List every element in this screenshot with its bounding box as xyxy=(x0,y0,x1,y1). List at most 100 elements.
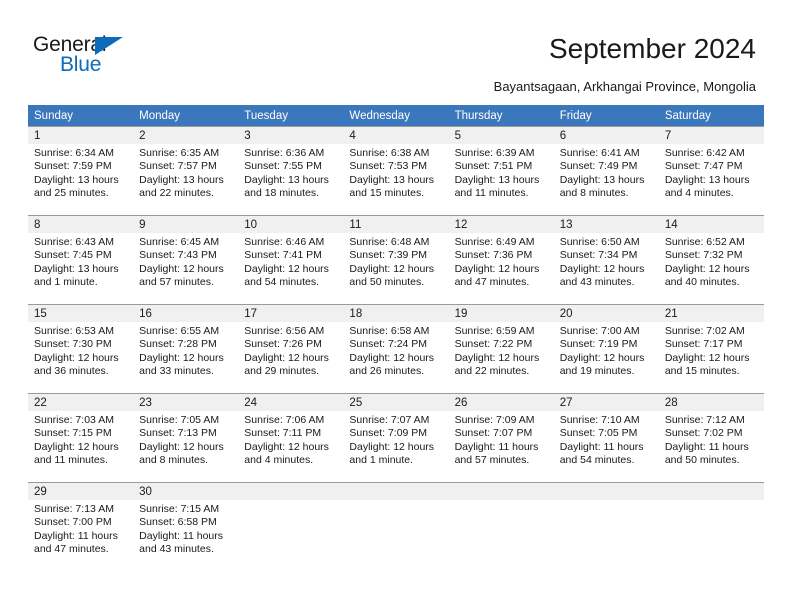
day-number: 7 xyxy=(658,127,764,144)
day-number: 26 xyxy=(448,394,554,411)
day-number: 10 xyxy=(238,216,344,233)
day-cell-content: 10 Sunrise: 6:46 AM Sunset: 7:41 PM Dayligh… xyxy=(238,215,344,304)
sunrise-text: Sunrise: 7:00 AM xyxy=(559,325,640,337)
calendar-day-cell[interactable]: 12 Sunrise: 6:49 AM Sunset: 7:36 PM Dayligh… xyxy=(448,215,554,304)
sunset-text: Sunset: 7:22 PM xyxy=(454,338,533,351)
calendar-day-cell[interactable]: 8 Sunrise: 6:43 AM Sunset: 7:45 PM Daylight… xyxy=(28,215,134,304)
day-details: Sunrise: 6:34 AM Sunset: 7:59 PM Daylight:… xyxy=(28,144,133,201)
calendar-week-row: 22 Sunrise: 7:03 AM Sunset: 7:15 PM Dayligh… xyxy=(28,393,764,482)
sunrise-text: Sunrise: 6:58 AM xyxy=(349,325,430,337)
sunrise-text: Sunrise: 6:52 AM xyxy=(664,236,745,248)
calendar-day-cell[interactable]: 11 Sunrise: 6:48 AM Sunset: 7:39 PM Dayligh… xyxy=(343,215,449,304)
day-cell-empty xyxy=(343,482,449,571)
day-number xyxy=(658,483,764,500)
sunset-text: Sunset: 7:34 PM xyxy=(559,249,638,262)
day-cell-content: 3 Sunrise: 6:36 AM Sunset: 7:55 PM Daylight… xyxy=(238,126,344,215)
calendar-day-cell[interactable]: 6 Sunrise: 6:41 AM Sunset: 7:49 PM Daylight… xyxy=(553,126,659,215)
calendar-day-cell[interactable]: 14 Sunrise: 6:52 AM Sunset: 7:32 PM Dayligh… xyxy=(658,215,764,304)
sunset-text: Sunset: 7:59 PM xyxy=(34,160,112,173)
weekday-header-wednesday: Wednesday xyxy=(343,105,449,126)
sunrise-text: Sunrise: 7:09 AM xyxy=(454,414,535,426)
sunset-text: Sunset: 7:05 PM xyxy=(559,427,638,440)
sunrise-text: Sunrise: 6:41 AM xyxy=(559,147,640,159)
sunset-text: Sunset: 7:32 PM xyxy=(664,249,743,262)
calendar-day-cell[interactable]: 2 Sunrise: 6:35 AM Sunset: 7:57 PM Daylight… xyxy=(133,126,239,215)
calendar-day-cell[interactable]: 20 Sunrise: 7:00 AM Sunset: 7:19 PM Dayligh… xyxy=(553,304,659,393)
day-number: 30 xyxy=(133,483,239,500)
calendar-day-cell[interactable]: 30 Sunrise: 7:15 AM Sunset: 6:58 PM Dayligh… xyxy=(133,482,239,571)
day-cell-content: 15 Sunrise: 6:53 AM Sunset: 7:30 PM Dayligh… xyxy=(28,304,134,393)
day-cell-content: 30 Sunrise: 7:15 AM Sunset: 6:58 PM Dayligh… xyxy=(133,482,239,571)
day-details: Sunrise: 6:56 AM Sunset: 7:26 PM Daylight:… xyxy=(238,322,343,379)
calendar-day-cell[interactable]: 9 Sunrise: 6:45 AM Sunset: 7:43 PM Daylight… xyxy=(133,215,239,304)
sunset-text: Sunset: 7:24 PM xyxy=(349,338,428,351)
calendar-day-cell[interactable]: 19 Sunrise: 6:59 AM Sunset: 7:22 PM Dayligh… xyxy=(448,304,554,393)
calendar-day-cell xyxy=(238,482,344,571)
calendar-day-cell[interactable]: 22 Sunrise: 7:03 AM Sunset: 7:15 PM Dayligh… xyxy=(28,393,134,482)
calendar-day-cell[interactable]: 16 Sunrise: 6:55 AM Sunset: 7:28 PM Dayligh… xyxy=(133,304,239,393)
sunrise-text: Sunrise: 7:02 AM xyxy=(664,325,745,337)
calendar-day-cell[interactable]: 5 Sunrise: 6:39 AM Sunset: 7:51 PM Daylight… xyxy=(448,126,554,215)
calendar-day-cell[interactable]: 21 Sunrise: 7:02 AM Sunset: 7:17 PM Dayligh… xyxy=(658,304,764,393)
daylight-text: Daylight: 13 hours and 4 minutes. xyxy=(664,173,750,200)
sunset-text: Sunset: 7:36 PM xyxy=(454,249,533,262)
day-number: 9 xyxy=(133,216,239,233)
sunrise-text: Sunrise: 6:48 AM xyxy=(349,236,430,248)
daylight-text: Daylight: 12 hours and 33 minutes. xyxy=(139,351,224,378)
calendar-day-cell[interactable]: 29 Sunrise: 7:13 AM Sunset: 7:00 PM Dayligh… xyxy=(28,482,134,571)
calendar-day-cell[interactable]: 26 Sunrise: 7:09 AM Sunset: 7:07 PM Dayligh… xyxy=(448,393,554,482)
day-details: Sunrise: 6:58 AM Sunset: 7:24 PM Daylight:… xyxy=(343,322,448,379)
sunrise-text: Sunrise: 6:49 AM xyxy=(454,236,535,248)
calendar-day-cell[interactable]: 7 Sunrise: 6:42 AM Sunset: 7:47 PM Daylight… xyxy=(658,126,764,215)
calendar-day-cell[interactable]: 13 Sunrise: 6:50 AM Sunset: 7:34 PM Dayligh… xyxy=(553,215,659,304)
day-number: 6 xyxy=(553,127,659,144)
calendar-day-cell[interactable]: 17 Sunrise: 6:56 AM Sunset: 7:26 PM Dayligh… xyxy=(238,304,344,393)
calendar-day-cell[interactable]: 10 Sunrise: 6:46 AM Sunset: 7:41 PM Dayligh… xyxy=(238,215,344,304)
day-details: Sunrise: 6:50 AM Sunset: 7:34 PM Daylight:… xyxy=(554,233,659,290)
calendar-day-cell[interactable]: 24 Sunrise: 7:06 AM Sunset: 7:11 PM Dayligh… xyxy=(238,393,344,482)
brand-logo[interactable]: General Blue xyxy=(33,33,163,81)
day-details: Sunrise: 7:02 AM Sunset: 7:17 PM Daylight:… xyxy=(659,322,764,379)
day-details: Sunrise: 6:55 AM Sunset: 7:28 PM Daylight:… xyxy=(133,322,238,379)
day-number: 13 xyxy=(553,216,659,233)
day-details: Sunrise: 6:46 AM Sunset: 7:41 PM Daylight:… xyxy=(238,233,343,290)
calendar-day-cell[interactable]: 15 Sunrise: 6:53 AM Sunset: 7:30 PM Dayligh… xyxy=(28,304,134,393)
calendar-week-row: 15 Sunrise: 6:53 AM Sunset: 7:30 PM Dayligh… xyxy=(28,304,764,393)
sunset-text: Sunset: 7:07 PM xyxy=(454,427,533,440)
day-number: 29 xyxy=(28,483,134,500)
sunset-text: Sunset: 7:11 PM xyxy=(244,427,322,440)
day-number: 16 xyxy=(133,305,239,322)
day-cell-empty xyxy=(238,482,344,571)
calendar-day-cell[interactable]: 28 Sunrise: 7:12 AM Sunset: 7:02 PM Dayligh… xyxy=(658,393,764,482)
sunrise-text: Sunrise: 6:55 AM xyxy=(139,325,220,337)
sunset-text: Sunset: 7:26 PM xyxy=(244,338,322,351)
sunset-text: Sunset: 7:19 PM xyxy=(559,338,638,351)
sunrise-text: Sunrise: 7:10 AM xyxy=(559,414,640,426)
day-details: Sunrise: 6:49 AM Sunset: 7:36 PM Daylight:… xyxy=(449,233,554,290)
calendar-day-cell xyxy=(343,482,449,571)
day-cell-content: 16 Sunrise: 6:55 AM Sunset: 7:28 PM Dayligh… xyxy=(133,304,239,393)
sunrise-text: Sunrise: 7:05 AM xyxy=(139,414,220,426)
sunset-text: Sunset: 7:41 PM xyxy=(244,249,322,262)
sunrise-text: Sunrise: 6:56 AM xyxy=(244,325,325,337)
calendar-day-cell[interactable]: 4 Sunrise: 6:38 AM Sunset: 7:53 PM Daylight… xyxy=(343,126,449,215)
sunset-text: Sunset: 7:00 PM xyxy=(34,516,112,529)
calendar-day-cell[interactable]: 25 Sunrise: 7:07 AM Sunset: 7:09 PM Dayligh… xyxy=(343,393,449,482)
daylight-text: Daylight: 12 hours and 11 minutes. xyxy=(34,440,119,467)
weekday-header-saturday: Saturday xyxy=(658,105,764,126)
day-number: 4 xyxy=(343,127,449,144)
calendar-day-cell[interactable]: 27 Sunrise: 7:10 AM Sunset: 7:05 PM Dayligh… xyxy=(553,393,659,482)
calendar-day-cell[interactable]: 3 Sunrise: 6:36 AM Sunset: 7:55 PM Daylight… xyxy=(238,126,344,215)
calendar-day-cell[interactable]: 18 Sunrise: 6:58 AM Sunset: 7:24 PM Dayligh… xyxy=(343,304,449,393)
day-number: 5 xyxy=(448,127,554,144)
calendar-day-cell[interactable]: 23 Sunrise: 7:05 AM Sunset: 7:13 PM Dayligh… xyxy=(133,393,239,482)
sunrise-text: Sunrise: 6:45 AM xyxy=(139,236,220,248)
calendar-day-cell[interactable]: 1 Sunrise: 6:34 AM Sunset: 7:59 PM Daylight… xyxy=(28,126,134,215)
page-title: September 2024 xyxy=(548,33,756,64)
day-cell-content: 13 Sunrise: 6:50 AM Sunset: 7:34 PM Dayligh… xyxy=(553,215,659,304)
day-number: 2 xyxy=(133,127,239,144)
daylight-text: Daylight: 12 hours and 40 minutes. xyxy=(664,262,750,289)
daylight-text: Daylight: 12 hours and 4 minutes. xyxy=(244,440,329,467)
day-cell-content: 29 Sunrise: 7:13 AM Sunset: 7:00 PM Dayligh… xyxy=(28,482,134,571)
day-details: Sunrise: 6:52 AM Sunset: 7:32 PM Daylight:… xyxy=(659,233,764,290)
